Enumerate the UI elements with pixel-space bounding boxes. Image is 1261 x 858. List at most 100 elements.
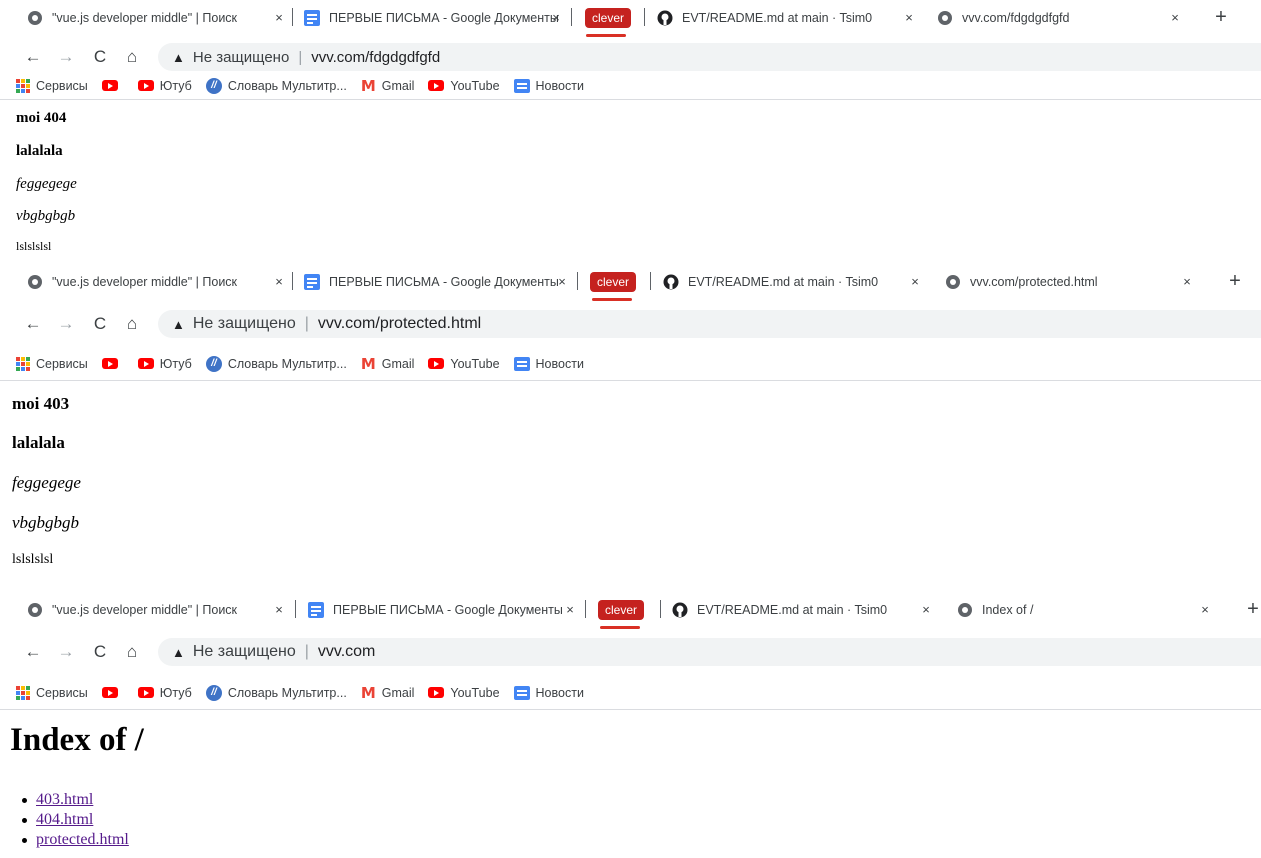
tab-active[interactable]: vvv.com/protected.html × — [934, 266, 1208, 297]
close-tab-icon[interactable]: × — [902, 10, 916, 25]
tab-clever[interactable]: clever — [585, 266, 641, 297]
bookmark-dictionary[interactable]: // Словарь Мультитр... — [205, 355, 347, 372]
tab-docs[interactable]: ПЕРВЫЕ ПИСЬМА - Google Документы × — [303, 266, 571, 297]
tab-strip: "vue.js developer middle" | Поиск × ПЕРВ… — [0, 0, 1261, 37]
youtube-icon — [428, 687, 445, 698]
bookmark-gmail[interactable]: M Gmail — [361, 355, 415, 373]
close-tab-icon[interactable]: × — [1198, 602, 1212, 617]
tab-title: ПЕРВЫЕ ПИСЬМА - Google Документы — [329, 10, 559, 25]
bookmark-news[interactable]: Новости — [513, 78, 584, 93]
tab-search[interactable]: "vue.js developer middle" | Поиск × — [26, 2, 288, 33]
new-tab-button[interactable]: + — [1208, 3, 1234, 31]
bookmark-youtube-ru[interactable]: Ютуб — [137, 686, 192, 700]
tab-active[interactable]: Index of / × — [946, 594, 1226, 625]
url-text[interactable]: vvv.com/fdgdgdfgfd — [311, 49, 440, 66]
file-link[interactable]: 403.html — [36, 791, 93, 808]
url-text[interactable]: vvv.com — [318, 643, 375, 661]
bookmark-news[interactable]: Новости — [513, 685, 584, 700]
home-button[interactable]: ⌂ — [121, 642, 143, 662]
dictionary-icon: // — [205, 684, 222, 701]
tab-docs[interactable]: ПЕРВЫЕ ПИСЬМА - Google Документы × — [303, 2, 565, 33]
close-tab-icon[interactable]: × — [919, 602, 933, 617]
new-tab-button[interactable]: + — [1240, 595, 1261, 623]
forward-button[interactable]: → — [55, 47, 77, 67]
warning-icon[interactable]: ▲ — [172, 317, 185, 332]
file-link[interactable]: 404.html — [36, 811, 93, 828]
youtube-icon — [137, 687, 154, 698]
globe-icon — [956, 601, 974, 619]
warning-icon[interactable]: ▲ — [172, 50, 185, 65]
bookmark-gmail[interactable]: M Gmail — [361, 684, 415, 702]
tab-github[interactable]: EVT/README.md at main · Tsim0 × — [671, 594, 935, 625]
globe-icon — [944, 273, 962, 291]
tab-title: "vue.js developer middle" | Поиск — [52, 274, 238, 289]
bookmark-youtube-icon-only[interactable] — [101, 80, 124, 91]
apps-grid-icon — [16, 78, 30, 93]
reload-button[interactable]: C — [89, 314, 111, 334]
close-tab-icon[interactable]: × — [272, 10, 286, 25]
bookmark-services[interactable]: Сервисы — [16, 356, 88, 371]
toolbar: ← → C ⌂ ▲ Не защищено | vvv.com — [0, 635, 1261, 669]
back-button[interactable]: ← — [22, 47, 44, 67]
bookmark-dictionary[interactable]: // Словарь Мультитр... — [205, 684, 347, 701]
bookmark-youtube-ru[interactable]: Ютуб — [137, 79, 192, 93]
tab-docs[interactable]: ПЕРВЫЕ ПИСЬМА - Google Документы × — [307, 594, 579, 625]
tab-title: EVT/README.md at main · Tsim0 — [697, 602, 888, 617]
bookmark-dictionary[interactable]: // Словарь Мультитр... — [205, 77, 347, 94]
tab-strip: "vue.js developer middle" | Поиск × ПЕРВ… — [0, 592, 1261, 629]
address-bar[interactable]: ▲ Не защищено | vvv.com/protected.html — [158, 310, 1261, 338]
reload-button[interactable]: C — [89, 642, 111, 662]
home-button[interactable]: ⌂ — [121, 47, 143, 67]
tab-github[interactable]: EVT/README.md at main · Tsim0 × — [662, 266, 924, 297]
close-tab-icon[interactable]: × — [272, 602, 286, 617]
bookmark-youtube-ru[interactable]: Ютуб — [137, 357, 192, 371]
close-tab-icon[interactable]: × — [549, 10, 563, 25]
youtube-icon — [428, 358, 445, 369]
tab-search[interactable]: "vue.js developer middle" | Поиск × — [26, 266, 288, 297]
back-button[interactable]: ← — [22, 314, 44, 334]
bookmark-label: Сервисы — [36, 685, 88, 700]
tab-title: "vue.js developer middle" | Поиск — [52, 602, 238, 617]
warning-icon[interactable]: ▲ — [172, 645, 185, 660]
bookmark-youtube-icon-only[interactable] — [101, 687, 124, 698]
bookmark-youtube[interactable]: YouTube — [428, 357, 500, 371]
back-button[interactable]: ← — [22, 642, 44, 662]
close-tab-icon[interactable]: × — [272, 274, 286, 289]
new-tab-button[interactable]: + — [1222, 267, 1248, 295]
close-tab-icon[interactable]: × — [563, 602, 577, 617]
bookmark-services[interactable]: Сервисы — [16, 78, 88, 93]
reload-button[interactable]: C — [89, 47, 111, 67]
globe-icon — [26, 9, 44, 27]
bookmark-youtube[interactable]: YouTube — [428, 686, 500, 700]
close-tab-icon[interactable]: × — [908, 274, 922, 289]
tab-clever[interactable]: clever — [592, 594, 650, 625]
close-tab-icon[interactable]: × — [1168, 10, 1182, 25]
tab-github[interactable]: EVT/README.md at main · Tsim0 × — [656, 2, 918, 33]
bookmark-services[interactable]: Сервисы — [16, 685, 88, 700]
tab-title: ПЕРВЫЕ ПИСЬМА - Google Документы — [329, 274, 559, 289]
bookmark-youtube-icon-only[interactable] — [101, 358, 124, 369]
docs-icon — [307, 601, 325, 619]
forward-button[interactable]: → — [55, 642, 77, 662]
tab-title: vvv.com/protected.html — [970, 274, 1098, 289]
close-tab-icon[interactable]: × — [555, 274, 569, 289]
clever-badge: clever — [589, 271, 636, 292]
bookmark-youtube[interactable]: YouTube — [428, 79, 500, 93]
address-bar[interactable]: ▲ Не защищено | vvv.com/fdgdgdfgfd — [158, 43, 1261, 71]
globe-icon — [26, 601, 44, 619]
tab-divider — [292, 272, 293, 290]
close-tab-icon[interactable]: × — [1180, 274, 1194, 289]
bookmark-news[interactable]: Новости — [513, 356, 584, 371]
tab-search[interactable]: "vue.js developer middle" | Поиск × — [26, 594, 288, 625]
forward-button[interactable]: → — [55, 314, 77, 334]
list-item: 404.html — [22, 810, 129, 830]
tab-clever[interactable]: clever — [580, 2, 636, 33]
url-text[interactable]: vvv.com/protected.html — [318, 315, 481, 333]
youtube-icon — [101, 358, 118, 369]
file-link[interactable]: protected.html — [36, 831, 129, 848]
home-button[interactable]: ⌂ — [121, 314, 143, 334]
bookmark-gmail[interactable]: M Gmail — [361, 77, 415, 95]
tab-active[interactable]: vvv.com/fdgdgdfgfd × — [926, 2, 1194, 33]
address-bar[interactable]: ▲ Не защищено | vvv.com — [158, 638, 1261, 666]
address-separator: | — [298, 48, 303, 66]
